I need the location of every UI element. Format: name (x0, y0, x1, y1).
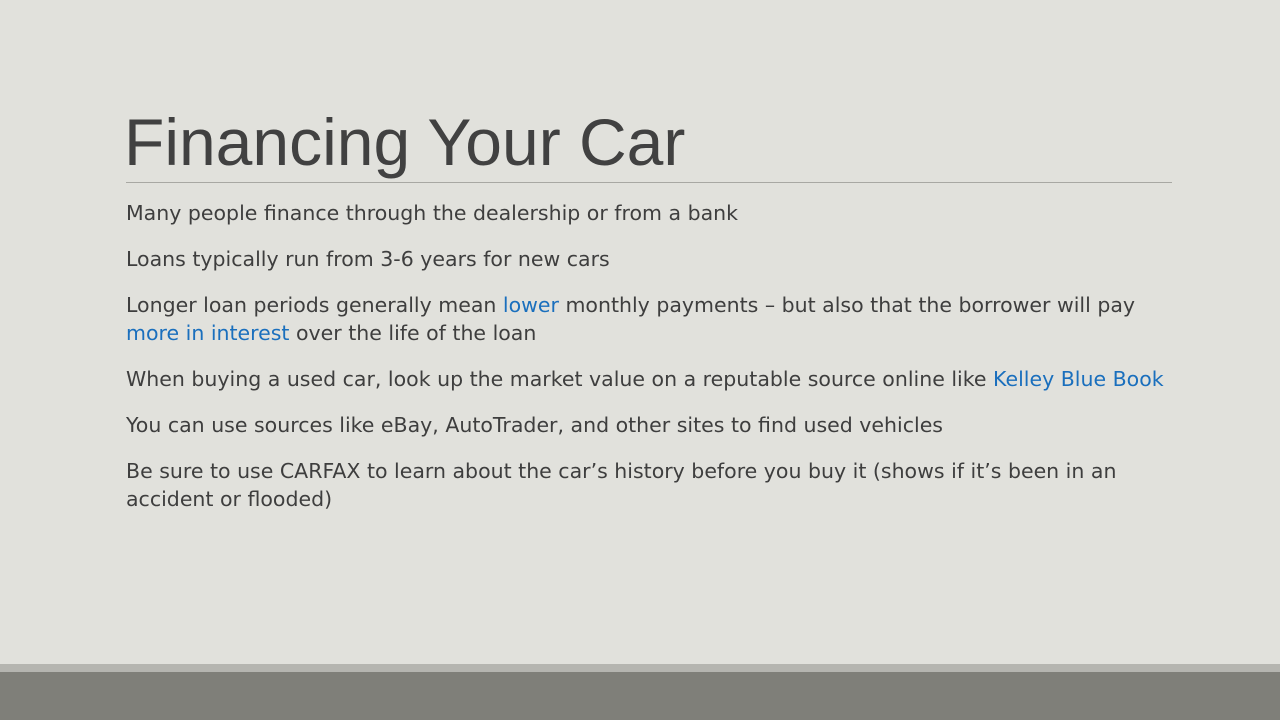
slide-title: Financing Your Car (124, 105, 686, 179)
highlight-kelley-blue-book: Kelley Blue Book (993, 367, 1164, 391)
bullet-text: Longer loan periods generally mean (126, 293, 503, 317)
bullet-text: Be sure to use CARFAX to learn about the… (126, 459, 1117, 511)
bullet-item-dealership: Many people finance through the dealersh… (126, 199, 1166, 227)
bullet-item-used-car-value: When buying a used car, look up the mark… (126, 365, 1166, 393)
bullet-text: When buying a used car, look up the mark… (126, 367, 994, 391)
bullet-text: over the life of the loan (289, 321, 537, 345)
highlight-more-in-interest: more in interest (126, 321, 290, 345)
bullet-text: Many people finance through the dealersh… (126, 201, 739, 225)
bullet-text: monthly payments – but also that the bor… (558, 293, 1136, 317)
bullet-text: Loans typically run from 3-6 years for n… (126, 247, 610, 271)
bullet-item-sources: You can use sources like eBay, AutoTrade… (126, 411, 1166, 439)
bullet-item-carfax: Be sure to use CARFAX to learn about the… (126, 457, 1166, 513)
footer-band-light (0, 664, 1280, 672)
bullet-item-loan-periods: Longer loan periods generally mean lower… (126, 291, 1166, 347)
title-divider (126, 182, 1172, 183)
bullet-text: You can use sources like eBay, AutoTrade… (126, 413, 943, 437)
highlight-lower: lower (502, 293, 559, 317)
bullet-item-loan-term: Loans typically run from 3-6 years for n… (126, 245, 1166, 273)
footer-band-dark (0, 672, 1280, 720)
bullet-list: Many people finance through the dealersh… (126, 199, 1166, 531)
